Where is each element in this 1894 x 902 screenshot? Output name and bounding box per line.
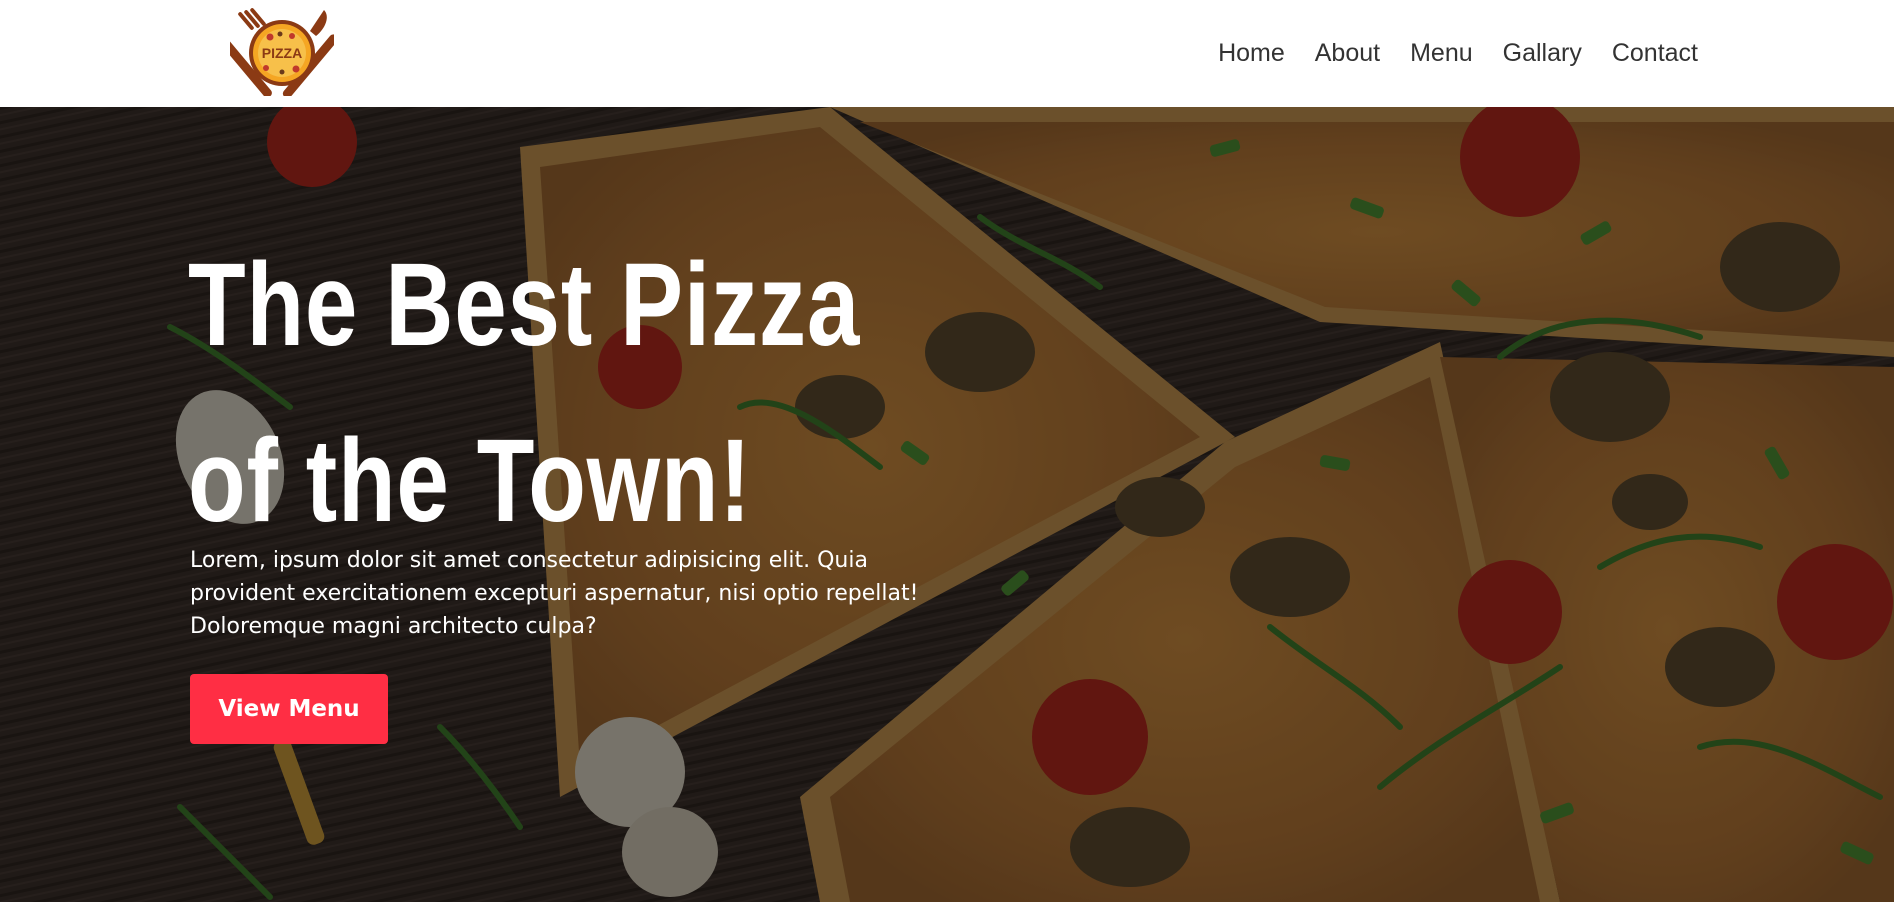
svg-text:PIZZA: PIZZA [262, 45, 302, 61]
site-header: PIZZA Home About Menu Gallary Contact [0, 0, 1894, 107]
nav-link-contact[interactable]: Contact [1612, 39, 1698, 68]
pizza-logo[interactable]: PIZZA [216, 6, 338, 99]
nav-link-about[interactable]: About [1315, 39, 1380, 68]
main-nav: Home About Menu Gallary Contact [1188, 0, 1698, 107]
hero-title-line2: of the Town! [188, 415, 752, 547]
hero-title-line1: The Best Pizza [188, 239, 861, 371]
nav-link-home[interactable]: Home [1218, 39, 1285, 68]
hero-section: The Best Pizza of the Town! Lorem, ipsum… [0, 107, 1894, 902]
hero-description: Lorem, ipsum dolor sit amet consectetur … [190, 548, 919, 639]
nav-link-menu[interactable]: Menu [1410, 39, 1473, 68]
hero-title: The Best Pizza of the Town! [188, 217, 908, 569]
nav-link-gallary[interactable]: Gallary [1503, 39, 1582, 68]
view-menu-button[interactable]: View Menu [190, 674, 388, 744]
pizza-logo-icon: PIZZA [216, 8, 338, 99]
